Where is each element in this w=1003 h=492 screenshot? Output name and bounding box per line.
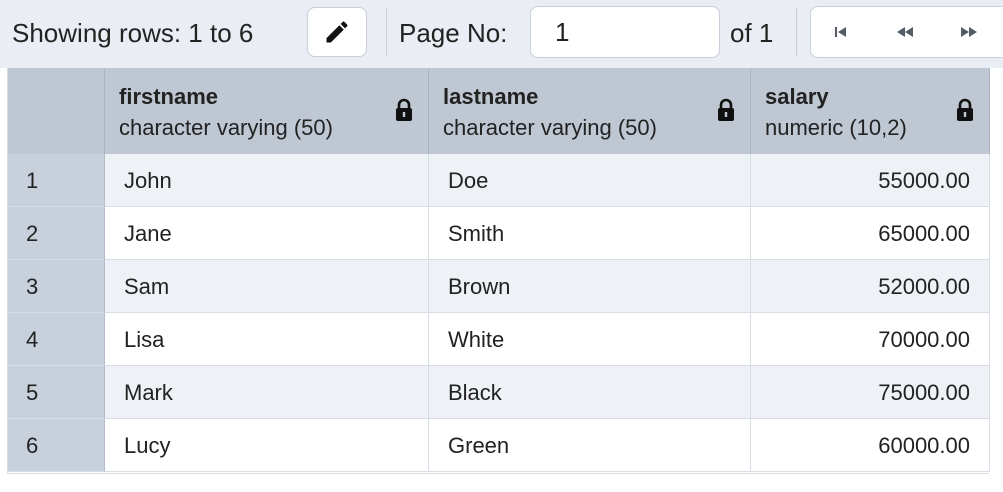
cell-firstname[interactable]: John [105,154,429,207]
page-number-label: Page No: [399,18,508,48]
column-name: lastname [443,84,539,109]
pagination-controls [810,6,1003,58]
cell-firstname[interactable]: Sam [105,260,429,313]
column-header-firstname[interactable]: firstname character varying (50) [105,68,429,154]
next-page-icon [961,27,977,37]
table-row[interactable]: 1 John Doe 55000.00 [8,154,990,207]
table-row[interactable]: 2 Jane Smith 65000.00 [8,207,990,260]
edit-button[interactable] [307,7,367,57]
cell-salary[interactable]: 52000.00 [751,260,990,313]
table-row[interactable]: 3 Sam Brown 52000.00 [8,260,990,313]
row-number[interactable]: 4 [8,313,105,366]
table-row[interactable]: 5 Mark Black 75000.00 [8,366,990,419]
data-grid: firstname character varying (50) lastnam… [7,68,990,474]
page-count-label: of 1 [730,18,774,48]
cell-lastname[interactable]: Doe [429,154,751,207]
cell-lastname[interactable]: White [429,313,751,366]
cell-salary[interactable]: 65000.00 [751,207,990,260]
cell-firstname[interactable]: Mark [105,366,429,419]
column-name: salary [765,84,829,109]
cell-salary[interactable]: 75000.00 [751,366,990,419]
column-name: firstname [119,84,219,109]
cell-salary[interactable]: 70000.00 [751,313,990,366]
cell-lastname[interactable]: Black [429,366,751,419]
rows-status-label: Showing rows: 1 to 6 [12,18,254,48]
cell-lastname[interactable]: Smith [429,207,751,260]
table-row[interactable]: 4 Lisa White 70000.00 [8,313,990,366]
row-number-header[interactable] [8,68,105,154]
toolbar-separator [796,8,797,56]
row-number[interactable]: 3 [8,260,105,313]
column-header-salary[interactable]: salary numeric (10,2) [751,68,990,154]
cell-lastname[interactable]: Green [429,419,751,472]
page-number-input[interactable] [530,6,720,58]
cell-firstname[interactable]: Lucy [105,419,429,472]
table-row[interactable]: 6 Lucy Green 60000.00 [8,419,990,472]
previous-page-button[interactable] [875,7,935,57]
first-page-button[interactable] [811,7,871,57]
results-toolbar: Showing rows: 1 to 6 Page No: of 1 [0,0,1003,68]
column-type: character varying (50) [119,115,333,140]
previous-page-icon [897,27,913,37]
row-number[interactable]: 2 [8,207,105,260]
lock-icon [718,98,734,121]
toolbar-separator [386,8,387,56]
column-type: numeric (10,2) [765,115,907,140]
cell-firstname[interactable]: Lisa [105,313,429,366]
row-number[interactable]: 1 [8,154,105,207]
next-page-button[interactable] [939,7,999,57]
row-number[interactable]: 5 [8,366,105,419]
pencil-icon [326,21,348,43]
cell-lastname[interactable]: Brown [429,260,751,313]
lock-icon [396,98,412,121]
cell-salary[interactable]: 60000.00 [751,419,990,472]
first-page-icon [835,27,846,37]
column-type: character varying (50) [443,115,657,140]
lock-icon [957,98,973,121]
cell-firstname[interactable]: Jane [105,207,429,260]
cell-salary[interactable]: 55000.00 [751,154,990,207]
column-header-lastname[interactable]: lastname character varying (50) [429,68,751,154]
row-number[interactable]: 6 [8,419,105,472]
